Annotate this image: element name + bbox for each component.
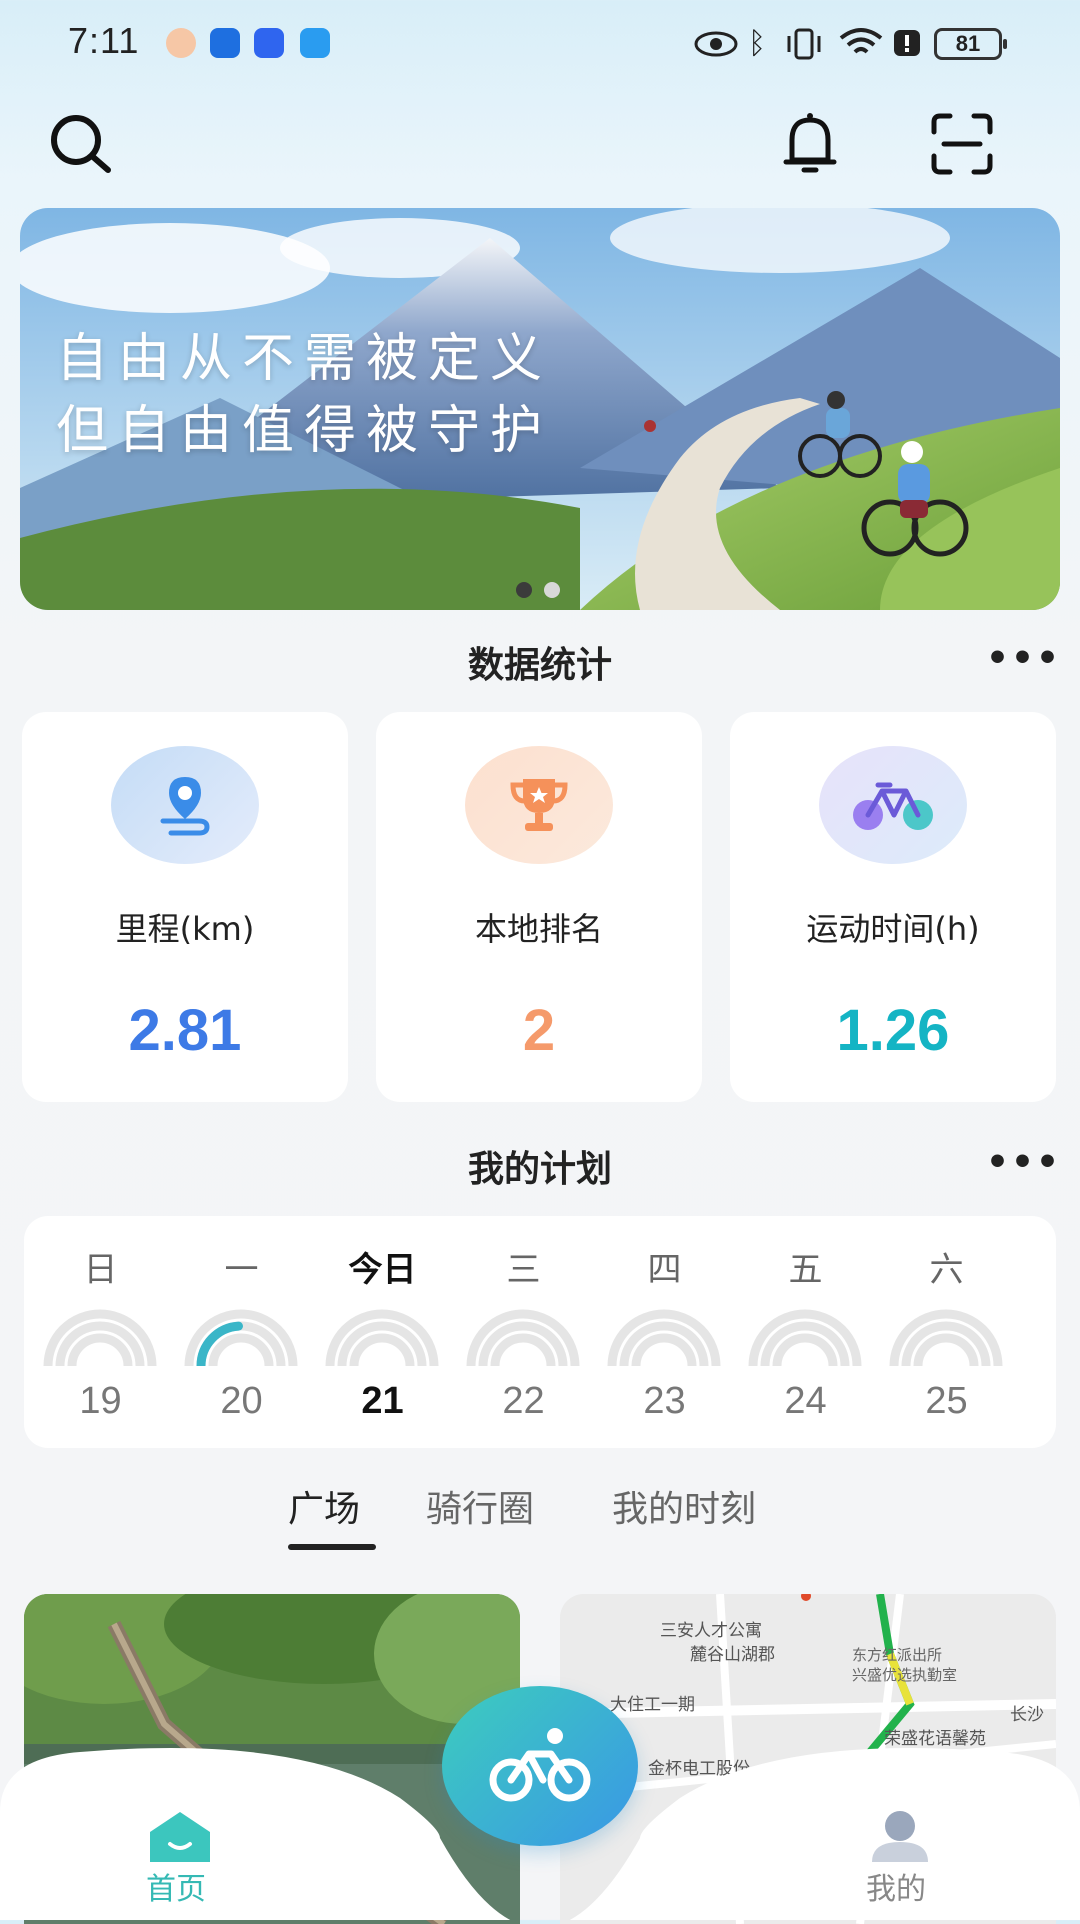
plan-day-number: 25 (925, 1380, 968, 1422)
map-label: 兴盛优选执勤室 (852, 1666, 958, 1684)
plan-day-name: 今日 (348, 1250, 417, 1290)
alert-icon (894, 30, 920, 56)
plan-day-number: 21 (361, 1380, 404, 1422)
banner-slogan-line1: 自由从不需被定义 (56, 329, 553, 389)
wifi-icon (839, 28, 883, 54)
location-route-icon (111, 746, 259, 864)
plan-day-name: 一 (224, 1250, 259, 1290)
plan-more-button[interactable]: ••• (986, 1142, 1061, 1183)
plan-day-name: 四 (647, 1250, 682, 1290)
map-label: 三安人才公寓 (660, 1621, 762, 1641)
bulb-app-icon (254, 28, 284, 58)
plan-day-1[interactable]: 一 20 (171, 1216, 312, 1448)
plan-progress-ring (43, 1309, 157, 1366)
profile-icon[interactable] (866, 1808, 934, 1864)
plan-day-name: 日 (83, 1250, 118, 1290)
plan-day-5[interactable]: 五 24 (735, 1216, 876, 1448)
start-ride-button[interactable] (442, 1686, 638, 1846)
banner-pagination (510, 582, 566, 602)
plan-day-name: 五 (788, 1250, 823, 1290)
plan-day-0[interactable]: 日 19 (30, 1216, 171, 1448)
plan-progress-ring (184, 1309, 298, 1366)
plan-day-name: 六 (929, 1250, 964, 1290)
home-icon[interactable] (146, 1808, 214, 1864)
status-time: 7:11 (68, 20, 140, 61)
tab-cycling-circle[interactable]: 骑行圈 (426, 1480, 534, 1532)
stats-more-button[interactable]: ••• (986, 638, 1061, 679)
plan-day-4[interactable]: 四 23 (594, 1216, 735, 1448)
stat-card-ranking[interactable]: 本地排名 2 (376, 712, 702, 1102)
status-bar: 7:11 ᛒ 81 (0, 0, 1080, 90)
bicycle-icon (819, 746, 967, 864)
plan-progress-ring (889, 1309, 1003, 1366)
stats-section-title: 数据统计 (467, 645, 612, 686)
pagination-dot (544, 582, 560, 598)
bluetooth-icon: ᛒ (748, 26, 766, 61)
stat-value-ranking: 2 (522, 998, 556, 1063)
stat-value-exercise-time: 1.26 (836, 998, 950, 1063)
stat-value-mileage: 2.81 (128, 998, 242, 1063)
bell-icon[interactable] (774, 108, 846, 180)
plan-day-number: 19 (79, 1380, 122, 1422)
stat-label-ranking: 本地排名 (474, 910, 603, 948)
plan-day-6[interactable]: 六 25 (876, 1216, 1017, 1448)
banner-slogan-line2: 但自由值得被守护 (56, 401, 553, 461)
plan-day-number: 22 (502, 1380, 545, 1422)
plan-day-number: 24 (784, 1380, 827, 1422)
plan-day-3[interactable]: 三 22 (453, 1216, 594, 1448)
plan-progress-ring (607, 1309, 721, 1366)
eye-icon (694, 31, 738, 57)
weather-app-icon (210, 28, 240, 58)
plan-section-title: 我的计划 (467, 1149, 612, 1190)
app-avatar-icon (166, 28, 196, 58)
search-app-icon (300, 28, 330, 58)
plan-day-2[interactable]: 今日 21 (312, 1216, 453, 1448)
tab-my-moments[interactable]: 我的时刻 (612, 1480, 756, 1532)
vibrate-icon (787, 28, 821, 60)
map-label: 东方红派出所 (852, 1646, 943, 1664)
stat-card-mileage[interactable]: 里程(km) 2.81 (22, 712, 348, 1102)
scan-icon[interactable] (926, 108, 998, 180)
battery-indicator: 81 (934, 28, 1007, 60)
plan-progress-ring (325, 1309, 439, 1366)
plan-progress-ring (748, 1309, 862, 1366)
promo-banner[interactable]: 自由从不需被定义 但自由值得被守护 (20, 208, 1060, 610)
search-icon[interactable] (44, 108, 116, 180)
tab-active-indicator (288, 1544, 376, 1550)
stat-card-exercise-time[interactable]: 运动时间(h) 1.26 (730, 712, 1056, 1102)
map-label: 麓谷山湖郡 (690, 1645, 775, 1665)
map-label: 长沙 (1010, 1705, 1044, 1725)
plan-day-name: 三 (506, 1250, 541, 1290)
plan-day-number: 23 (643, 1380, 686, 1422)
trophy-icon (465, 746, 613, 864)
stat-label-exercise-time: 运动时间(h) (806, 910, 980, 948)
bicycle-icon (489, 1728, 591, 1802)
plan-day-number: 20 (220, 1380, 263, 1422)
pagination-dot-active (516, 582, 532, 598)
stat-label-mileage: 里程(km) (115, 910, 255, 948)
weekly-plan-calendar: 日 19 一 20 今日 21 三 22 四 23 五 24 六 25 (24, 1216, 1056, 1448)
nav-mine-label[interactable]: 我的 (866, 1864, 926, 1908)
map-label: 大住工一期 (610, 1695, 695, 1715)
nav-home-label[interactable]: 首页 (146, 1864, 206, 1908)
plan-progress-ring (466, 1309, 580, 1366)
tab-square[interactable]: 广场 (288, 1480, 360, 1532)
